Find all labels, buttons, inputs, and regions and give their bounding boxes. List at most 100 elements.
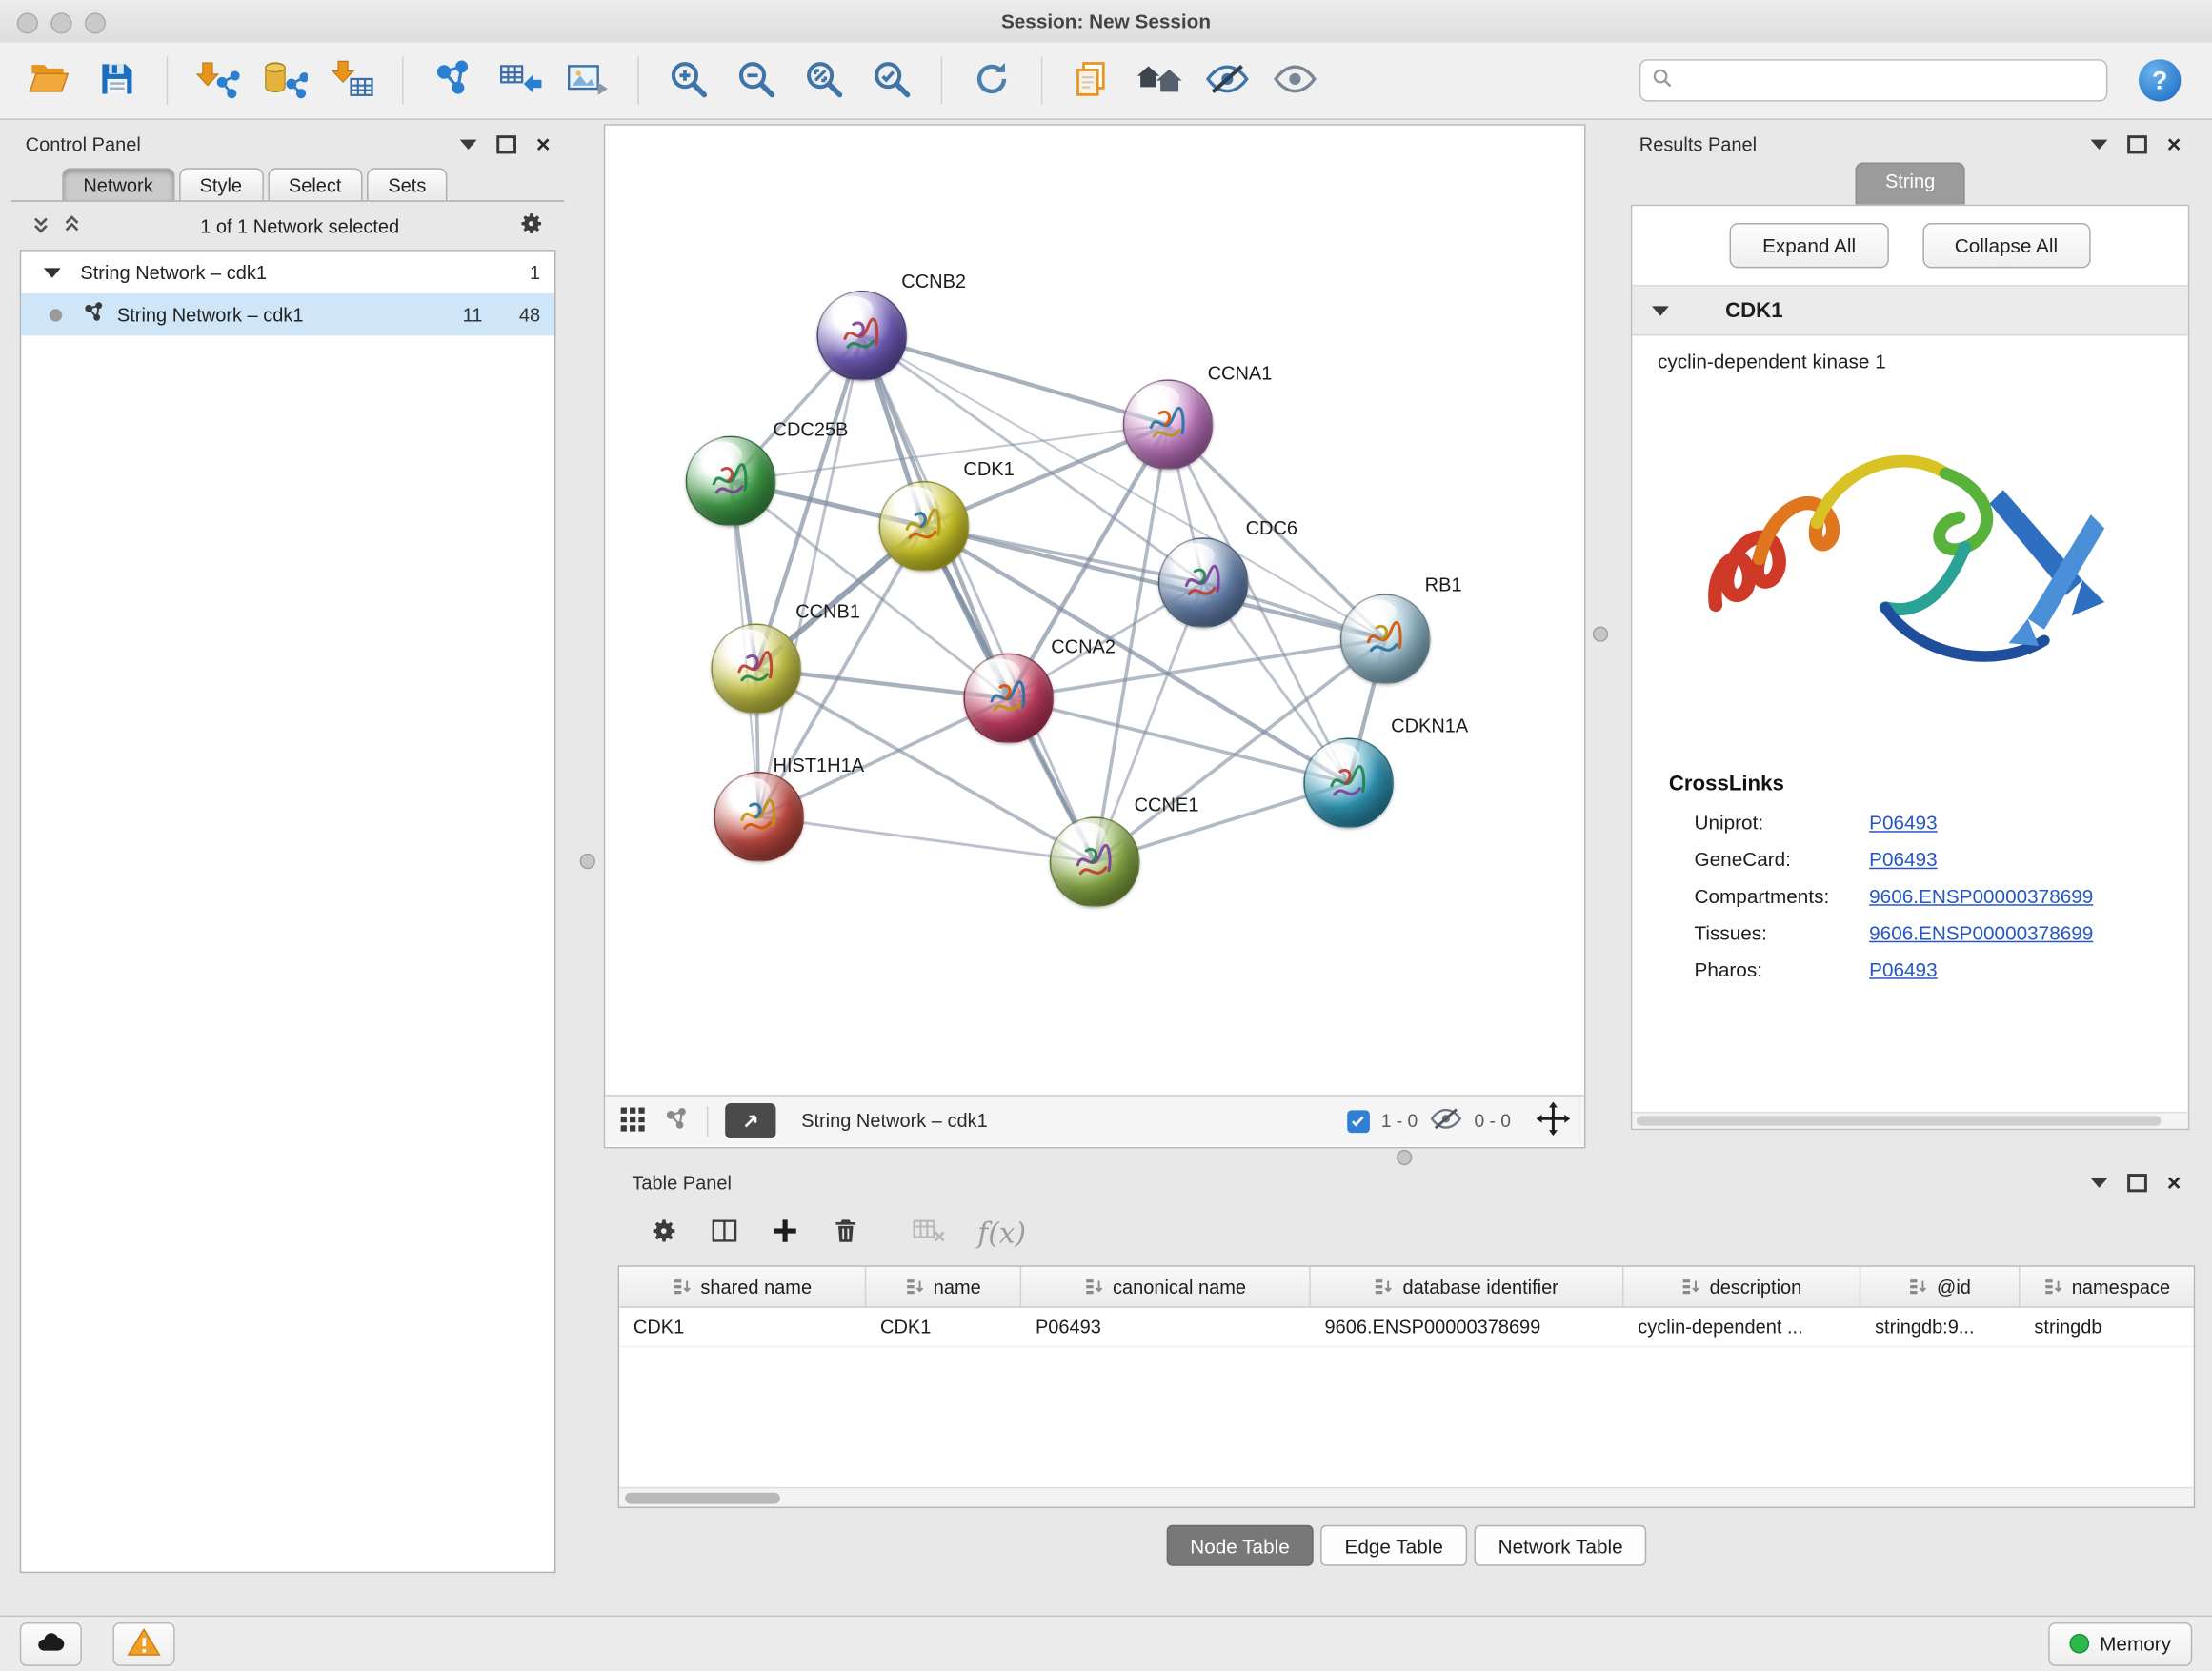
search-field[interactable]	[1639, 59, 2108, 101]
selected-checkbox-icon[interactable]	[1347, 1110, 1370, 1133]
zoom-in-button[interactable]	[659, 50, 718, 110]
network-node-cdk1[interactable]	[879, 481, 970, 572]
zoom-selected-button[interactable]	[862, 50, 921, 110]
collapse-panel-icon[interactable]	[460, 139, 477, 149]
grid-view-icon[interactable]	[619, 1105, 646, 1137]
network-node-ccne1[interactable]	[1050, 816, 1140, 907]
column-header[interactable]: database identifier	[1311, 1267, 1624, 1306]
gear-icon[interactable]	[517, 211, 544, 242]
network-node-rb1[interactable]	[1340, 594, 1431, 684]
refresh-view-button[interactable]	[962, 50, 1021, 110]
tab-network-table[interactable]: Network Table	[1474, 1525, 1646, 1566]
scrollbar-thumb[interactable]	[625, 1492, 780, 1503]
network-node-cdc6[interactable]	[1158, 537, 1249, 628]
network-node-ccna2[interactable]	[963, 654, 1054, 744]
column-header[interactable]: canonical name	[1021, 1267, 1311, 1306]
help-button[interactable]: ?	[2139, 59, 2181, 101]
tab-node-table[interactable]: Node Table	[1166, 1525, 1314, 1566]
column-header[interactable]: name	[866, 1267, 1021, 1306]
collapse-all-networks-icon[interactable]	[62, 213, 82, 237]
table-settings-gear-icon[interactable]	[649, 1217, 678, 1251]
memory-button[interactable]: Memory	[2049, 1621, 2192, 1665]
minimize-window-button[interactable]	[50, 12, 71, 33]
network-node-ccnb2[interactable]	[816, 291, 907, 381]
float-panel-icon[interactable]	[2127, 1173, 2147, 1191]
network-node-ccnb1[interactable]	[711, 624, 801, 715]
tab-style[interactable]: Style	[178, 168, 263, 200]
cell-name[interactable]: CDK1	[866, 1308, 1021, 1346]
left-splitter-handle[interactable]	[580, 854, 595, 869]
network-row[interactable]: String Network – cdk1 11 48	[21, 293, 554, 335]
network-node-ccna1[interactable]	[1123, 379, 1214, 470]
column-header[interactable]: description	[1623, 1267, 1860, 1306]
import-table-button[interactable]	[323, 50, 382, 110]
search-input[interactable]	[1681, 69, 2095, 92]
close-panel-icon[interactable]: ×	[536, 131, 551, 155]
export-image-button[interactable]	[558, 50, 617, 110]
hidden-eye-slash-icon[interactable]	[1429, 1105, 1463, 1137]
network-collection-row[interactable]: String Network – cdk1 1	[21, 252, 554, 293]
copy-document-button[interactable]	[1062, 50, 1121, 110]
cell-database-identifier[interactable]: 9606.ENSP00000378699	[1311, 1308, 1624, 1346]
collapse-panel-icon[interactable]	[2091, 1178, 2108, 1187]
detach-view-button[interactable]	[725, 1103, 775, 1138]
collapse-panel-icon[interactable]	[2091, 139, 2108, 149]
bottom-splitter-handle[interactable]	[1397, 1150, 1412, 1165]
save-session-button[interactable]	[88, 50, 147, 110]
expand-all-networks-icon[interactable]	[31, 213, 51, 237]
gene-section-header[interactable]: CDK1	[1632, 287, 2187, 336]
tab-string[interactable]: String	[1856, 162, 1964, 204]
delete-column-trash-icon[interactable]	[831, 1217, 860, 1251]
crosslink-link[interactable]: P06493	[1869, 811, 1937, 834]
expander-icon[interactable]	[44, 268, 61, 277]
network-from-table-button[interactable]	[491, 50, 550, 110]
expand-all-button[interactable]: Expand All	[1730, 223, 1888, 268]
crosslink-link[interactable]: P06493	[1869, 848, 1937, 871]
warnings-button[interactable]	[112, 1621, 174, 1665]
hide-selected-button[interactable]	[1197, 50, 1257, 110]
float-panel-icon[interactable]	[496, 134, 516, 152]
cell-description[interactable]: cyclin-dependent ...	[1623, 1308, 1860, 1346]
crosslink-link[interactable]: P06493	[1869, 958, 1937, 981]
open-session-button[interactable]	[20, 50, 79, 110]
show-columns-icon[interactable]	[710, 1217, 739, 1251]
add-column-plus-icon[interactable]	[771, 1217, 800, 1251]
section-expander-icon[interactable]	[1652, 306, 1669, 315]
cell-namespace[interactable]: stringdb	[2021, 1308, 2194, 1346]
close-panel-icon[interactable]: ×	[2167, 1170, 2182, 1194]
network-canvas[interactable]: CCNB2CCNA1CDC25BCDK1CDC6RB1CCNB1CCNA2CDK…	[605, 126, 1584, 1095]
import-network-database-button[interactable]	[255, 50, 314, 110]
maximize-window-button[interactable]	[85, 12, 106, 33]
zoom-fit-button[interactable]	[794, 50, 854, 110]
tab-edge-table[interactable]: Edge Table	[1320, 1525, 1467, 1566]
column-header[interactable]: shared name	[619, 1267, 866, 1306]
crosslink-link[interactable]: 9606.ENSP00000378699	[1869, 884, 2093, 907]
network-icon[interactable]	[663, 1105, 690, 1137]
pan-crosshair-icon[interactable]	[1537, 1102, 1571, 1140]
close-panel-icon[interactable]: ×	[2167, 131, 2182, 155]
import-network-file-button[interactable]	[188, 50, 247, 110]
cell-id[interactable]: stringdb:9...	[1860, 1308, 2020, 1346]
table-row[interactable]: CDK1 CDK1 P06493 9606.ENSP00000378699 cy…	[619, 1308, 2194, 1347]
tab-select[interactable]: Select	[268, 168, 363, 200]
float-panel-icon[interactable]	[2127, 134, 2147, 152]
cell-shared-name[interactable]: CDK1	[619, 1308, 866, 1346]
tab-network[interactable]: Network	[62, 168, 174, 200]
new-network-button[interactable]	[423, 50, 482, 110]
network-node-hist1h1a[interactable]	[714, 772, 804, 862]
close-window-button[interactable]	[17, 12, 38, 33]
neighbors-button[interactable]	[1130, 50, 1189, 110]
results-horizontal-scrollbar[interactable]	[1632, 1112, 2187, 1129]
show-all-button[interactable]	[1265, 50, 1324, 110]
tab-sets[interactable]: Sets	[367, 168, 447, 200]
right-splitter-handle[interactable]	[1593, 627, 1608, 642]
network-node-cdkn1a[interactable]	[1303, 737, 1394, 828]
zoom-out-button[interactable]	[727, 50, 786, 110]
crosslink-link[interactable]: 9606.ENSP00000378699	[1869, 921, 2093, 944]
cloud-button[interactable]	[20, 1621, 82, 1665]
table-horizontal-scrollbar[interactable]	[619, 1487, 2194, 1507]
column-header[interactable]: namespace	[2021, 1267, 2194, 1306]
network-node-cdc25b[interactable]	[686, 436, 776, 527]
collapse-all-button[interactable]: Collapse All	[1922, 223, 2090, 268]
cell-canonical-name[interactable]: P06493	[1021, 1308, 1311, 1346]
